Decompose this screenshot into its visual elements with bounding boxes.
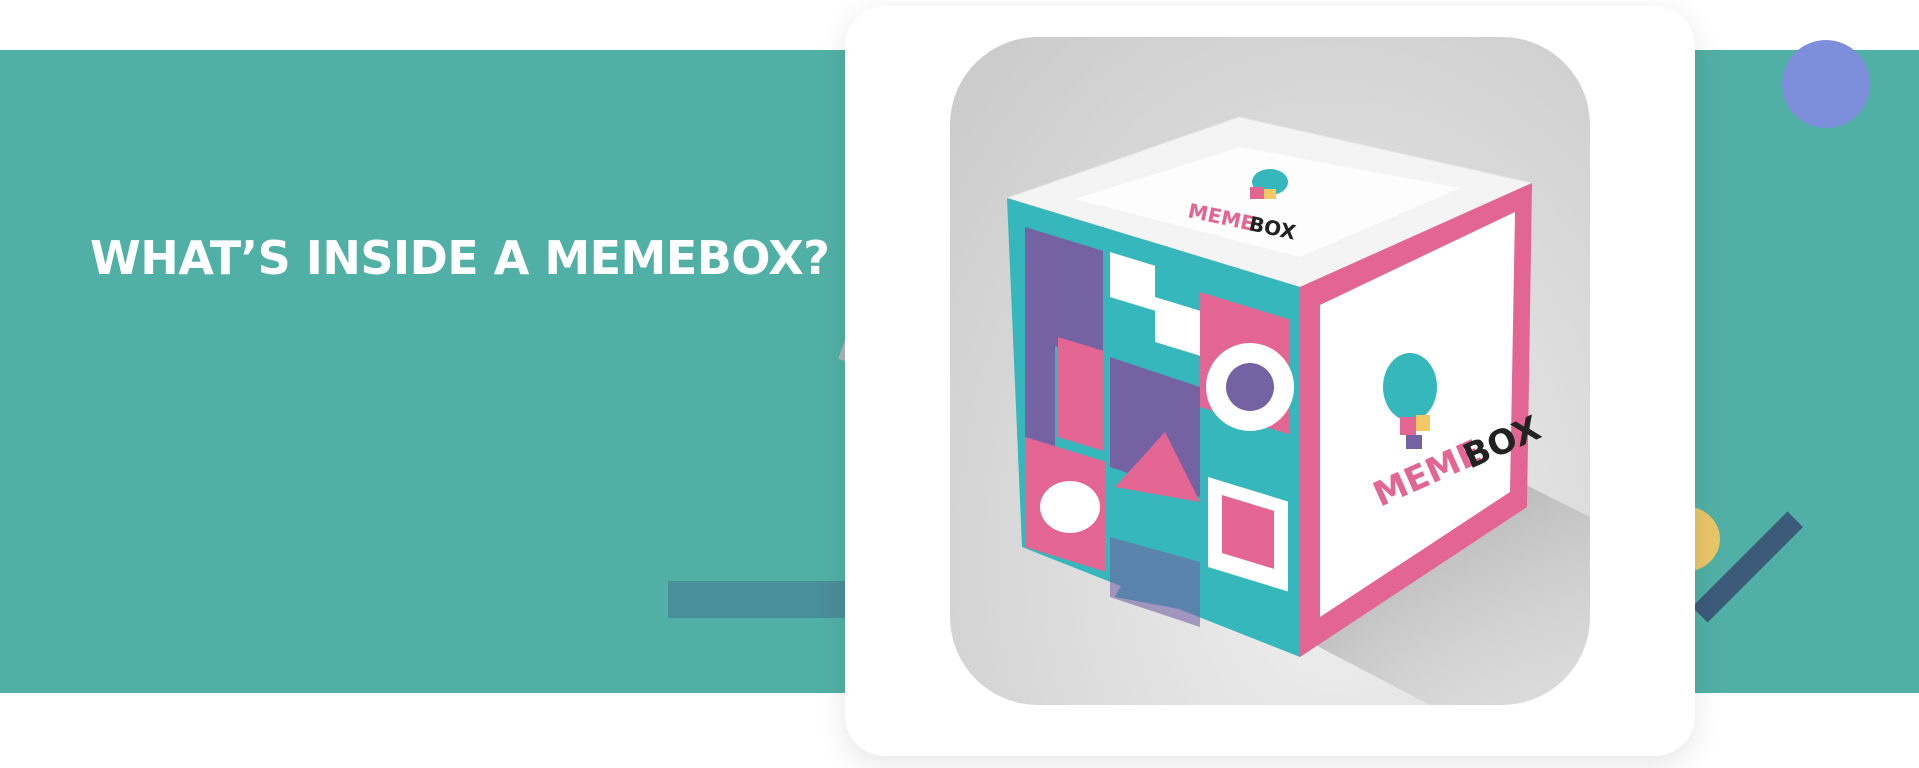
section-heading: WHAT’S INSIDE A MEMEBOX? (90, 231, 830, 285)
decorative-bar (668, 581, 858, 618)
elephant-mascot-icon (1383, 353, 1437, 421)
decorative-circle (1782, 40, 1870, 128)
product-photo: MEME BOX MEME BOX (950, 37, 1590, 705)
